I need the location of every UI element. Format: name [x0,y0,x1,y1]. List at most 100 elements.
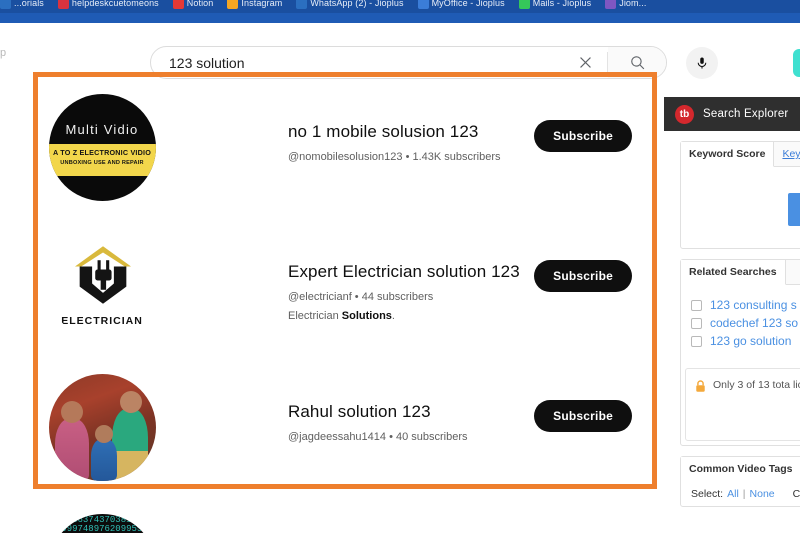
license-line-1: Only 3 of 13 tota [713,379,790,391]
bookmark-item[interactable]: helpdeskcuetomeons [58,0,159,9]
tab-keyword-secondary[interactable]: Keyw [774,142,800,166]
related-searches-panel: Related Searches 123 consulting s codeche… [680,259,800,446]
bookmark-item[interactable]: ...orials [0,0,44,9]
bookmark-item[interactable]: MyOffice - Jioplus [418,0,505,9]
related-search-label[interactable]: 123 consulting s [710,298,797,312]
extension-teal-button[interactable] [793,49,800,77]
channel-info: no 1 mobile solusion 123 @nomobilesolusio… [160,84,648,165]
bookmark-favicon-icon [519,0,530,9]
bookmarks-bar: ...orials helpdeskcuetomeons Notion Instagr… [0,0,800,13]
avatar-text-line2: A TO Z ELECTRONIC VIDIO [49,148,156,157]
show-score-button[interactable]: SHOW [788,193,800,226]
tags-select-row: Select: All | None Commo [681,482,800,506]
photo-subject [61,401,83,423]
photo-subject [91,439,117,481]
microphone-icon [695,56,709,70]
license-lock-card: Only 3 of 13 tota license U [685,368,800,441]
magnifier-icon [629,54,646,71]
bookmark-favicon-icon [0,0,11,9]
channel-avatar-art: 7693863743703811993289997489762099559242… [49,514,156,533]
voice-search-button[interactable] [686,47,718,79]
bookmark-label: helpdeskcuetomeons [72,0,159,8]
tubebuddy-logo-icon: tb [675,105,694,124]
tab-related-searches[interactable]: Related Searches [681,260,786,285]
tags-select-separator: | [743,488,746,500]
electrician-logo-icon [64,240,142,310]
related-search-checkbox[interactable] [691,300,702,311]
tab-common-video-tags[interactable]: Common Video Tags [681,457,800,482]
channel-description: Electrician Solutions. [288,309,648,324]
channel-avatar-art: ELECTRICIAN [49,234,156,341]
subscribe-button[interactable]: Subscribe [534,400,632,432]
channel-avatar[interactable]: Multi Vidio A TO Z ELECTRONIC VIDIO UNBOXI… [44,84,160,201]
tags-select-all[interactable]: All [727,488,739,500]
photo-subject [112,409,148,481]
channel-meta: @electricianf • 44 subscribers [288,290,648,305]
license-lock-row: Only 3 of 13 tota license [694,378,800,399]
channel-avatar-art: Multi Vidio A TO Z ELECTRONIC VIDIO UNBOXI… [49,94,156,201]
search-submit-button[interactable] [608,47,666,78]
tags-select-label: Select: [691,488,723,500]
photo-subject [120,391,142,413]
screenshot-root: ...orials helpdeskcuetomeons Notion Instagr… [0,0,800,533]
related-search-checkbox[interactable] [691,336,702,347]
channel-info: Expert Electrician solution 123 @electric… [160,224,648,324]
search-explorer-header: tb Search Explorer [664,97,800,131]
keyword-panel-body: SHOW [681,167,800,248]
channel-meta: @jagdeessahu1414 • 40 subscribers [288,430,648,445]
search-toolbar: p [0,23,800,71]
related-search-item[interactable]: 123 consulting s [691,298,800,312]
subscribe-button[interactable]: Subscribe [534,120,632,152]
subscribe-button[interactable]: Subscribe [534,260,632,292]
bookmarks-row: ...orials helpdeskcuetomeons Notion Instagr… [0,0,660,11]
bookmark-favicon-icon [173,0,184,9]
channel-info: maths solution [123] geniusSubscribe [160,504,648,533]
channel-result-row[interactable]: ELECTRICIAN Expert Electrician solution 1… [44,224,648,364]
related-search-label[interactable]: codechef 123 so [710,316,798,330]
related-search-item[interactable]: 123 go solution [691,334,800,348]
bookmark-item[interactable]: Notion [173,0,214,9]
photo-subject [95,425,113,443]
avatar-text-line3: UNBOXING USE AND REPAIR [49,160,156,166]
bookmark-favicon-icon [605,0,616,9]
channel-result-row[interactable]: 7693863743703811993289997489762099559242… [44,504,648,533]
tags-panel-tabs: Common Video Tags [681,457,800,482]
search-explorer-title: Search Explorer [703,108,788,120]
avatar-digit-pattern: 7693863743703811993289997489762099559242… [49,514,156,533]
tags-select-none[interactable]: None [750,488,775,500]
channel-avatar[interactable]: 7693863743703811993289997489762099559242… [44,504,160,533]
tubebuddy-sidebar: tb Search Explorer Keyword Score Keyw SH… [664,97,800,507]
channel-meta: @nomobilesolusion123 • 1.43K subscribers [288,150,648,165]
related-search-checkbox[interactable] [691,318,702,329]
bookmark-item[interactable]: Instagram [227,0,282,9]
channel-avatar[interactable] [44,364,160,481]
search-box[interactable] [150,46,667,79]
channel-results-list: Multi Vidio A TO Z ELECTRONIC VIDIO UNBOXI… [44,84,648,533]
channel-avatar[interactable]: ELECTRICIAN [44,224,160,341]
bookmark-item[interactable]: Jiom... [605,0,646,9]
channel-avatar-art [49,374,156,481]
bookmark-favicon-icon [296,0,307,9]
keyword-score-panel: Keyword Score Keyw SHOW [680,141,800,249]
search-input[interactable] [151,55,563,71]
avatar-text-line1: ELECTRICIAN [49,315,156,327]
related-search-item[interactable]: codechef 123 so [691,316,800,330]
related-panel-tabs: Related Searches [681,260,800,285]
close-x-icon [577,54,594,71]
bookmark-item[interactable]: Mails - Jioplus [519,0,592,9]
photo-subject [55,419,89,481]
bookmark-label: WhatsApp (2) - Jioplus [310,0,403,8]
bookmark-item[interactable]: WhatsApp (2) - Jioplus [296,0,403,9]
channel-result-row[interactable]: Rahul solution 123 @jagdeessahu1414 • 40 … [44,364,648,504]
bookmark-label: Jiom... [619,0,646,8]
clear-search-button[interactable] [563,47,607,78]
channel-info: Rahul solution 123 @jagdeessahu1414 • 40 … [160,364,648,445]
related-searches-body: 123 consulting s codechef 123 so 123 go so… [681,285,800,358]
avatar-text-line1: Multi Vidio [49,122,156,137]
tab-keyword-score[interactable]: Keyword Score [681,142,774,167]
related-search-label[interactable]: 123 go solution [710,334,791,348]
tags-trailing-text: Commo [793,488,800,500]
bookmark-favicon-icon [418,0,429,9]
channel-result-row[interactable]: Multi Vidio A TO Z ELECTRONIC VIDIO UNBOXI… [44,84,648,224]
bookmark-favicon-icon [58,0,69,9]
